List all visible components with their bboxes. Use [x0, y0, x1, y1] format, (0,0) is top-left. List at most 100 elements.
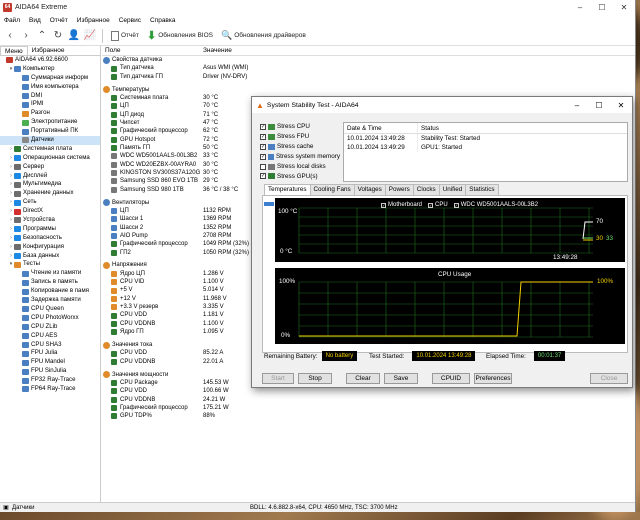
tree-item[interactable]: › Программы	[0, 225, 100, 234]
tree-item[interactable]: Разгон	[0, 109, 100, 118]
tree-item[interactable]: › Системная плата	[0, 145, 100, 154]
stress-option[interactable]: ✓ Stress system memory	[260, 152, 340, 162]
sensor-row[interactable]: CPU VDD 100.66 W	[102, 387, 635, 395]
column-field[interactable]: Поле	[102, 46, 200, 55]
sensor-row[interactable]: Тип датчика ГП Driver (NV-DRV)	[102, 73, 635, 81]
refresh-icon[interactable]: ↻	[52, 30, 64, 42]
tab-unified[interactable]: Unified	[438, 184, 467, 195]
stress-option[interactable]: ✓ Stress cache	[260, 142, 340, 152]
legend-checkbox[interactable]: ✓	[428, 202, 434, 208]
maximize-icon[interactable]: ☐	[588, 101, 610, 110]
close-button[interactable]: Close	[590, 373, 628, 384]
stress-checkbox[interactable]: ✓	[260, 173, 266, 180]
menu-tools[interactable]: Сервис	[119, 17, 141, 24]
section-header[interactable]: Температуры	[102, 86, 635, 94]
tree-item[interactable]: CPU ZLib	[0, 323, 100, 332]
tree-item[interactable]: Задержка памяти	[0, 296, 100, 305]
tree-item[interactable]: › Операционная система	[0, 154, 100, 163]
save-button[interactable]: Save	[384, 373, 418, 384]
close-icon[interactable]: ✕	[610, 101, 632, 110]
tree-item[interactable]: › Мультимедиа	[0, 180, 100, 189]
tab-menu[interactable]: Меню	[0, 46, 28, 55]
tree-item[interactable]: ▾ Компьютер	[0, 65, 100, 74]
tab-favorites[interactable]: Избранное	[28, 46, 69, 55]
maximize-icon[interactable]: ☐	[591, 0, 613, 14]
stress-checkbox[interactable]	[260, 163, 266, 170]
minimize-icon[interactable]: –	[569, 0, 591, 14]
tree-item[interactable]: Датчики	[0, 136, 100, 145]
close-icon[interactable]: ✕	[613, 0, 635, 14]
tree-item[interactable]: IPMI	[0, 100, 100, 109]
stress-checkbox[interactable]: ✓	[260, 123, 266, 130]
tree-item[interactable]: Запись в память	[0, 278, 100, 287]
stop-button[interactable]: Stop	[298, 373, 332, 384]
legend-cpu[interactable]: ✓ CPU	[428, 202, 448, 208]
cpuid-button[interactable]: CPUID	[432, 373, 470, 384]
tree-item[interactable]: › Хранение данных	[0, 189, 100, 198]
tree-item[interactable]: Имя компьютера	[0, 83, 100, 92]
tree-item[interactable]: CPU PhotoWorxx	[0, 314, 100, 323]
tree-item[interactable]: Электропитание	[0, 118, 100, 127]
menu-file[interactable]: Файл	[4, 17, 20, 24]
tree-item[interactable]: Суммарная информ	[0, 74, 100, 83]
up-icon[interactable]: ⌃	[36, 30, 48, 42]
tree-item[interactable]: AIDA64 v6.92.6600	[0, 56, 100, 65]
tree-item[interactable]: Чтение из памяти	[0, 269, 100, 278]
tab-clocks[interactable]: Clocks	[412, 184, 440, 195]
tree-item[interactable]: › Сеть	[0, 198, 100, 207]
tab-statistics[interactable]: Statistics	[465, 184, 499, 195]
menu-report[interactable]: Отчёт	[50, 17, 68, 24]
legend-motherboard[interactable]: ✓ Motherboard	[381, 202, 422, 208]
stress-option[interactable]: ✓ Stress FPU	[260, 132, 340, 142]
clear-button[interactable]: Clear	[346, 373, 380, 384]
tree-item[interactable]: › Дисплей	[0, 172, 100, 181]
sensor-row[interactable]: Тип датчика Asus WMI (WMI)	[102, 64, 635, 72]
sensor-row[interactable]: CPU VDDNB 24.21 W	[102, 396, 635, 404]
tree-item[interactable]: CPU AES	[0, 332, 100, 341]
tree-item[interactable]: FPU Julia	[0, 349, 100, 358]
sensor-row[interactable]: Графический процессор 175.21 W	[102, 404, 635, 412]
tree-item[interactable]: CPU SHA3	[0, 341, 100, 350]
tree-item[interactable]: › Устройства	[0, 216, 100, 225]
chart-icon[interactable]: 📈	[84, 30, 96, 42]
tree-item[interactable]: › DirectX	[0, 207, 100, 216]
tree-item[interactable]: › База данных	[0, 252, 100, 261]
section-header[interactable]: Свойства датчика	[102, 56, 635, 64]
log-column-time[interactable]: Date & Time	[344, 123, 418, 133]
bios-update-button[interactable]: ⬇ Обновления BIOS	[145, 28, 215, 44]
tree-item[interactable]: FPU SinJulia	[0, 367, 100, 376]
stress-checkbox[interactable]: ✓	[260, 143, 266, 150]
tree-item[interactable]: › Сервер	[0, 163, 100, 172]
user-icon[interactable]: 👤	[68, 30, 80, 42]
legend-checkbox[interactable]: ✓	[381, 202, 386, 208]
minimize-icon[interactable]: –	[566, 101, 588, 110]
tree-item[interactable]: CPU Queen	[0, 305, 100, 314]
legend-checkbox[interactable]: ✓	[453, 202, 459, 208]
tree-item[interactable]: ▾ Тесты	[0, 260, 100, 269]
tree-item[interactable]: FPU Mandel	[0, 358, 100, 367]
menu-view[interactable]: Вид	[29, 17, 41, 24]
tree-item[interactable]: › Безопасность	[0, 234, 100, 243]
menu-favorites[interactable]: Избранное	[77, 17, 110, 24]
back-icon[interactable]: ‹	[4, 30, 16, 42]
tab-cooling-fans[interactable]: Cooling Fans	[309, 184, 355, 195]
stress-option[interactable]: ✓ Stress GPU(s)	[260, 171, 340, 181]
tree-item[interactable]: DMI	[0, 92, 100, 101]
driver-update-button[interactable]: 🔍 Обновления драйверов	[219, 28, 308, 44]
menu-help[interactable]: Справка	[150, 17, 176, 24]
stress-option[interactable]: ✓ Stress CPU	[260, 122, 340, 132]
tree-item[interactable]: FP32 Ray-Trace	[0, 376, 100, 385]
tree-item[interactable]: Портативный ПК	[0, 127, 100, 136]
legend-disk[interactable]: ✓ WDC WD5001AALS-00L3B2	[453, 202, 538, 208]
stress-option[interactable]: Stress local disks	[260, 162, 340, 172]
tab-temperatures[interactable]: Temperatures	[264, 184, 311, 195]
log-column-status[interactable]: Status	[418, 123, 439, 133]
column-value[interactable]: Значение	[200, 46, 232, 55]
tree-item[interactable]: FP64 Ray-Trace	[0, 385, 100, 394]
forward-icon[interactable]: ›	[20, 30, 32, 42]
report-button[interactable]: Отчёт	[109, 28, 141, 44]
tab-voltages[interactable]: Voltages	[353, 184, 386, 195]
tab-powers[interactable]: Powers	[384, 184, 414, 195]
stress-checkbox[interactable]: ✓	[260, 133, 266, 140]
preferences-button[interactable]: Preferences	[474, 373, 512, 384]
